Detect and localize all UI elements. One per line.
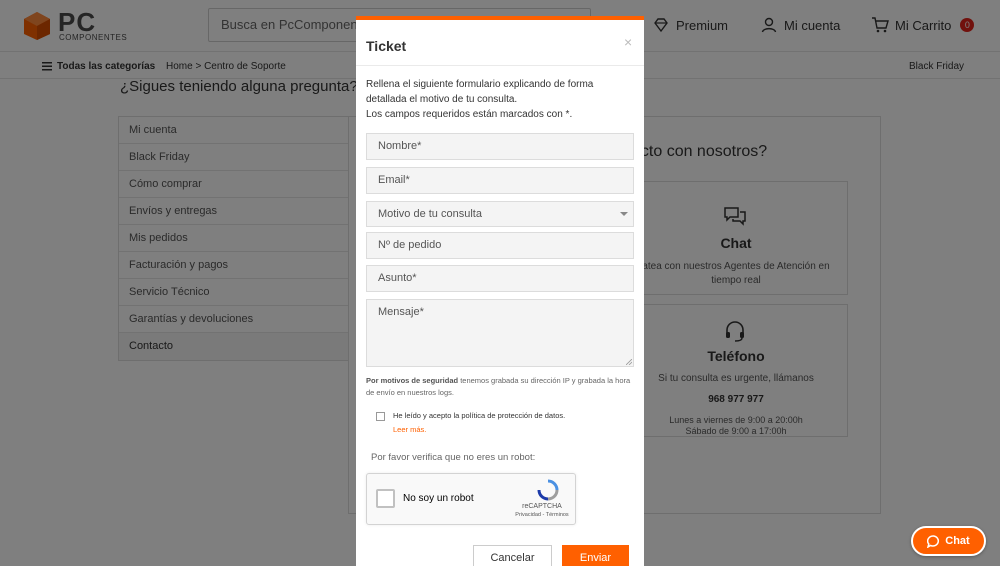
recaptcha-logo-icon: [537, 479, 559, 501]
security-notice: Por motivos de seguridad tenemos grabada…: [366, 375, 636, 399]
resize-handle-icon[interactable]: [626, 359, 632, 365]
reason-select[interactable]: Motivo de tu consulta: [366, 201, 634, 227]
message-placeholder: Mensaje*: [378, 306, 424, 318]
modal-description: Rellena el siguiente formulario explican…: [366, 77, 636, 122]
order-number-input[interactable]: Nº de pedido: [366, 232, 634, 259]
ticket-modal: Ticket × Rellena el siguiente formulario…: [356, 16, 644, 566]
modal-description-line2: Los campos requeridos están marcados con…: [366, 109, 573, 120]
reason-select-value: Motivo de tu consulta: [378, 208, 482, 220]
chat-bubble-icon: [927, 534, 940, 548]
robot-prompt: Por favor verifica que no eres un robot:: [371, 452, 536, 463]
privacy-label: He leído y acepto la política de protecc…: [393, 411, 566, 420]
subject-input[interactable]: Asunto*: [366, 265, 634, 292]
recaptcha-label: No soy un robot: [403, 493, 474, 504]
send-button[interactable]: Enviar: [562, 545, 629, 566]
modal-divider: [356, 65, 644, 66]
recaptcha-checkbox[interactable]: [376, 489, 395, 508]
message-textarea[interactable]: Mensaje*: [366, 299, 634, 367]
privacy-checkbox[interactable]: [376, 412, 385, 421]
recaptcha-links[interactable]: Privacidad - Términos: [507, 512, 577, 518]
recaptcha-widget: No soy un robot reCAPTCHA Privacidad - T…: [366, 473, 576, 525]
security-notice-bold: Por motivos de seguridad: [366, 376, 459, 385]
modal-title: Ticket: [366, 38, 407, 54]
cancel-button[interactable]: Cancelar: [473, 545, 552, 566]
recaptcha-brand: reCAPTCHA: [522, 503, 562, 510]
read-more-link[interactable]: Leer más.: [393, 425, 426, 434]
name-input[interactable]: Nombre*: [366, 133, 634, 160]
modal-description-line1: Rellena el siguiente formulario explican…: [366, 79, 594, 105]
close-icon[interactable]: ×: [624, 34, 632, 50]
chat-float-button[interactable]: Chat: [911, 526, 986, 556]
chevron-down-icon: [620, 212, 628, 216]
email-input[interactable]: Email*: [366, 167, 634, 194]
chat-float-label: Chat: [945, 535, 970, 547]
